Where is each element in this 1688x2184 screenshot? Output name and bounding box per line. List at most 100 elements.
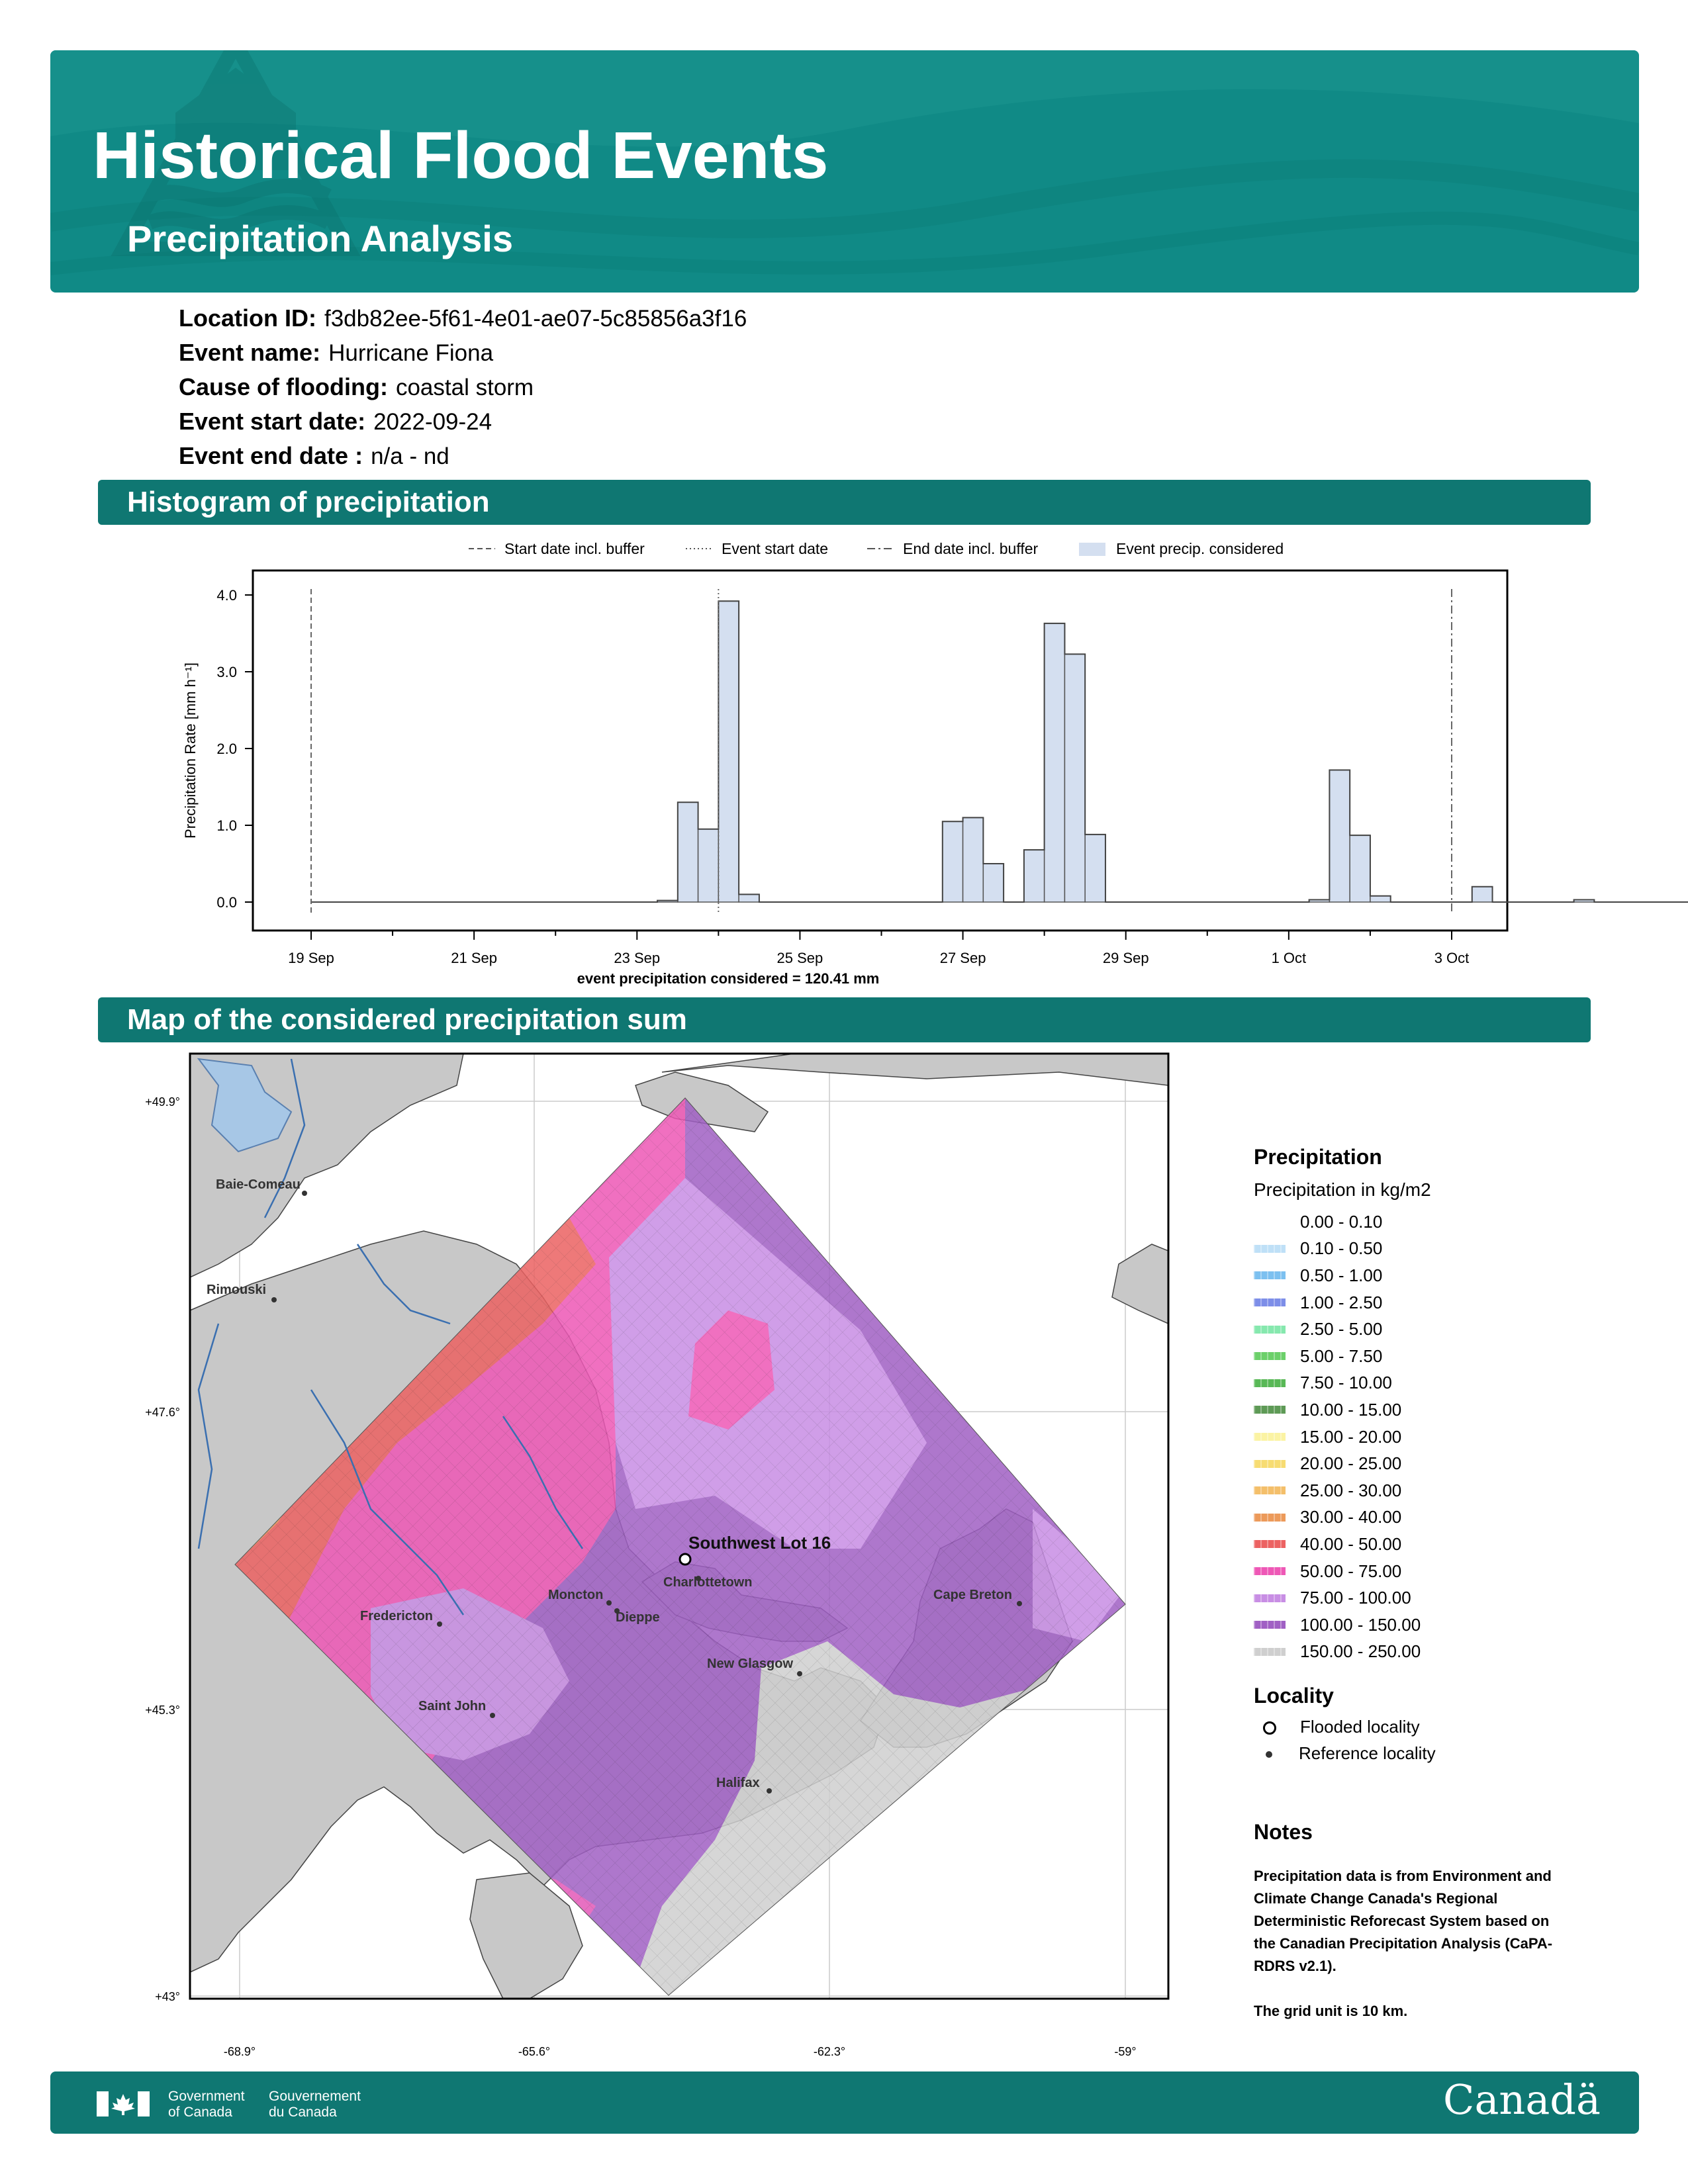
- marker-halifax: [767, 1788, 772, 1794]
- lat-label: +47.6°: [145, 1406, 180, 1419]
- histogram-bar: [1084, 834, 1106, 903]
- histogram-bar: [1023, 849, 1045, 903]
- gov-en: Government of Canada: [168, 2089, 245, 2120]
- legend-patch: [1079, 543, 1105, 556]
- place-label-charlottetown: Charlottetown: [663, 1575, 752, 1590]
- legend-label: 75.00 - 100.00: [1300, 1588, 1411, 1608]
- legend-label: 10.00 - 15.00: [1300, 1399, 1402, 1420]
- x-tick-label: 27 Sep: [940, 950, 986, 966]
- marker-cape-breton: [1017, 1601, 1022, 1606]
- legend-label: 40.00 - 50.00: [1300, 1533, 1402, 1554]
- legend-swatch: [1254, 1352, 1286, 1361]
- lon-label: -62.3°: [814, 2045, 845, 2058]
- place-label-dieppe: Dieppe: [616, 1610, 660, 1625]
- legend-label: 7.50 - 10.00: [1300, 1373, 1392, 1393]
- notes-body: Precipitation data is from Environment a…: [1254, 1865, 1605, 2023]
- legend-label: 2.50 - 5.00: [1300, 1319, 1383, 1340]
- flooded-locality-icon: [1263, 1721, 1276, 1735]
- end-date-label: Event end date :: [179, 442, 363, 469]
- legend-label-end-buffer: End date incl. buffer: [903, 540, 1038, 557]
- locality-legend-title: Locality: [1254, 1684, 1334, 1707]
- histogram-vlines: [310, 589, 1452, 913]
- legend-subtitle: Precipitation in kg/m2: [1254, 1179, 1431, 1200]
- marker-new-glasgow: [797, 1671, 802, 1676]
- notes-line: RDRS v2.1).: [1254, 1958, 1336, 1974]
- notes-grid-unit: The grid unit is 10 km.: [1254, 2003, 1408, 2019]
- page-subtitle: Precipitation Analysis: [127, 218, 513, 259]
- info-cause: Cause of flooding: coastal storm: [179, 373, 534, 401]
- y-tick-label: 3.0: [216, 664, 237, 680]
- lat-label: +43°: [155, 1990, 180, 2003]
- marker-rimouski: [271, 1297, 277, 1302]
- precipitation-map: Baie-Comeau Rimouski Fredericton Saint J…: [145, 1052, 1170, 2058]
- legend-swatch: [1254, 1218, 1286, 1226]
- histogram-bar: [697, 829, 720, 903]
- x-tick-label: 23 Sep: [614, 950, 660, 966]
- place-label-baie-comeau: Baie-Comeau: [216, 1177, 301, 1192]
- marker-fredericton: [437, 1621, 442, 1627]
- legend-label: 0.50 - 1.00: [1300, 1265, 1383, 1285]
- place-label-cape-breton: Cape Breton: [933, 1588, 1012, 1602]
- gov-en-line1: Government: [168, 2089, 245, 2104]
- legend-item: 75.00 - 100.00: [1254, 1584, 1585, 1612]
- histogram-bar: [1064, 653, 1086, 903]
- histogram-legend: Start date incl. buffer Event start date…: [469, 540, 1284, 557]
- legend-title: Precipitation: [1254, 1145, 1382, 1169]
- legend-label: 5.00 - 7.50: [1300, 1345, 1383, 1366]
- lat-label: +49.9°: [145, 1095, 180, 1109]
- page-title: Historical Flood Events: [93, 118, 829, 193]
- legend-swatch: [1254, 1621, 1286, 1629]
- legend-label: 1.00 - 2.50: [1300, 1292, 1383, 1312]
- histogram-bar: [738, 893, 760, 903]
- legend-item: 5.00 - 7.50: [1254, 1343, 1585, 1370]
- marker-baie-comeau: [302, 1191, 307, 1196]
- legend-reference-locality: Reference locality: [1254, 1743, 1436, 1764]
- legend-label: 30.00 - 40.00: [1300, 1507, 1402, 1527]
- place-label-saint-john: Saint John: [418, 1699, 486, 1713]
- lon-label: -65.6°: [518, 2045, 550, 2058]
- histogram-step-outline: [311, 600, 1688, 903]
- histogram-bar: [1329, 769, 1350, 903]
- histogram-bars: [311, 600, 1688, 903]
- place-label-fredericton: Fredericton: [360, 1609, 433, 1623]
- event-name-label: Event name:: [179, 339, 321, 366]
- histogram-bar: [718, 600, 739, 903]
- reference-locality-icon: [1266, 1751, 1272, 1758]
- y-tick-label: 0.0: [216, 894, 237, 911]
- legend-item: 1.00 - 2.50: [1254, 1289, 1585, 1316]
- histogram-bar: [1370, 895, 1391, 903]
- legend-label-start-buffer: Start date incl. buffer: [504, 540, 645, 557]
- x-tick-label: 29 Sep: [1103, 950, 1149, 966]
- histogram-bar: [1043, 623, 1066, 903]
- place-label-moncton: Moncton: [548, 1588, 603, 1602]
- canada-flag-icon: [97, 2091, 150, 2116]
- legend-item: 50.00 - 75.00: [1254, 1558, 1585, 1585]
- cause-label: Cause of flooding:: [179, 373, 388, 400]
- map-section-header: Map of the considered precipitation sum: [98, 997, 1591, 1042]
- notes-line: Deterministic Reforecast System based on: [1254, 1913, 1550, 1929]
- gov-en-line2: of Canada: [168, 2105, 232, 2120]
- canada-wordmark: Canadä: [1443, 2075, 1601, 2124]
- x-tick-label: 3 Oct: [1434, 950, 1470, 966]
- lon-label: -68.9°: [224, 2045, 256, 2058]
- flooded-locality-text: Flooded locality: [1300, 1717, 1420, 1737]
- legend-swatch: [1254, 1647, 1286, 1656]
- legend-item: 7.50 - 10.00: [1254, 1370, 1585, 1397]
- end-date-value: n/a - nd: [371, 443, 449, 469]
- legend-swatch: [1254, 1325, 1286, 1334]
- reference-locality-text: Reference locality: [1299, 1743, 1436, 1763]
- legend-label: 20.00 - 25.00: [1300, 1453, 1402, 1474]
- place-label-new-glasgow: New Glasgow: [707, 1657, 793, 1671]
- legend-swatch: [1254, 1271, 1286, 1280]
- cause-value: coastal storm: [395, 375, 534, 400]
- flooded-locality-label: Southwest Lot 16: [688, 1533, 831, 1553]
- legend-swatch: [1254, 1433, 1286, 1441]
- legend-swatch: [1254, 1406, 1286, 1414]
- legend-swatch: [1254, 1459, 1286, 1468]
- histogram-axes-frame: [252, 569, 1509, 932]
- histogram-x-ticks: 19 Sep 21 Sep 23 Sep 25 Sep 27 Sep 29 Sep 1 Oc…: [288, 931, 1469, 966]
- legend-item: 25.00 - 30.00: [1254, 1477, 1585, 1504]
- legend-item: 2.50 - 5.00: [1254, 1316, 1585, 1343]
- legend-label: 15.00 - 20.00: [1300, 1426, 1402, 1447]
- histogram-section-header: Histogram of precipitation: [98, 480, 1591, 525]
